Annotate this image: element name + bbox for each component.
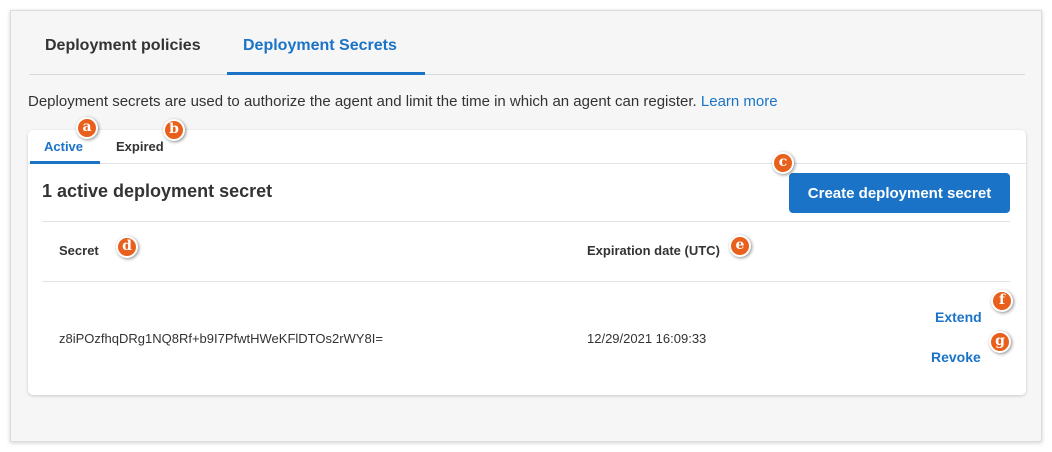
column-header-expiration: Expiration date (UTC)	[587, 243, 720, 258]
callout-c: c	[772, 152, 794, 174]
revoke-link[interactable]: Revoke	[931, 349, 981, 365]
divider	[42, 281, 1010, 282]
secrets-card: Active Expired 1 active deployment secre…	[28, 130, 1026, 395]
expiration-date: 12/29/2021 16:09:33	[587, 331, 707, 346]
callout-g: g	[989, 331, 1011, 353]
callout-e: e	[729, 235, 751, 257]
secret-value: z8iPOzfhqDRg1NQ8Rf+b9I7PfwtHWeKFlDTOs2rW…	[59, 331, 383, 346]
description: Deployment secrets are used to authorize…	[28, 93, 778, 110]
divider	[42, 221, 1010, 222]
tab-active[interactable]: Active	[44, 139, 83, 154]
callout-f: f	[991, 290, 1013, 312]
extend-link[interactable]: Extend	[935, 309, 982, 325]
top-tab-bar: Deployment policies Deployment Secrets	[29, 11, 1025, 75]
tab-deployment-secrets[interactable]: Deployment Secrets	[243, 37, 397, 55]
active-tab-indicator	[227, 72, 425, 75]
learn-more-link[interactable]: Learn more	[701, 93, 778, 110]
tab-deployment-policies[interactable]: Deployment policies	[45, 37, 201, 55]
active-subtab-indicator	[30, 161, 100, 164]
create-deployment-secret-button[interactable]: Create deployment secret	[789, 173, 1010, 213]
card-title: 1 active deployment secret	[42, 181, 273, 201]
description-text: Deployment secrets are used to authorize…	[28, 93, 697, 110]
deployment-secrets-panel: Deployment policies Deployment Secrets D…	[10, 10, 1042, 442]
column-header-secret: Secret	[59, 243, 99, 258]
callout-d: d	[116, 236, 138, 258]
callout-b: b	[163, 119, 185, 141]
callout-a: a	[76, 117, 98, 139]
tab-expired[interactable]: Expired	[116, 139, 164, 154]
